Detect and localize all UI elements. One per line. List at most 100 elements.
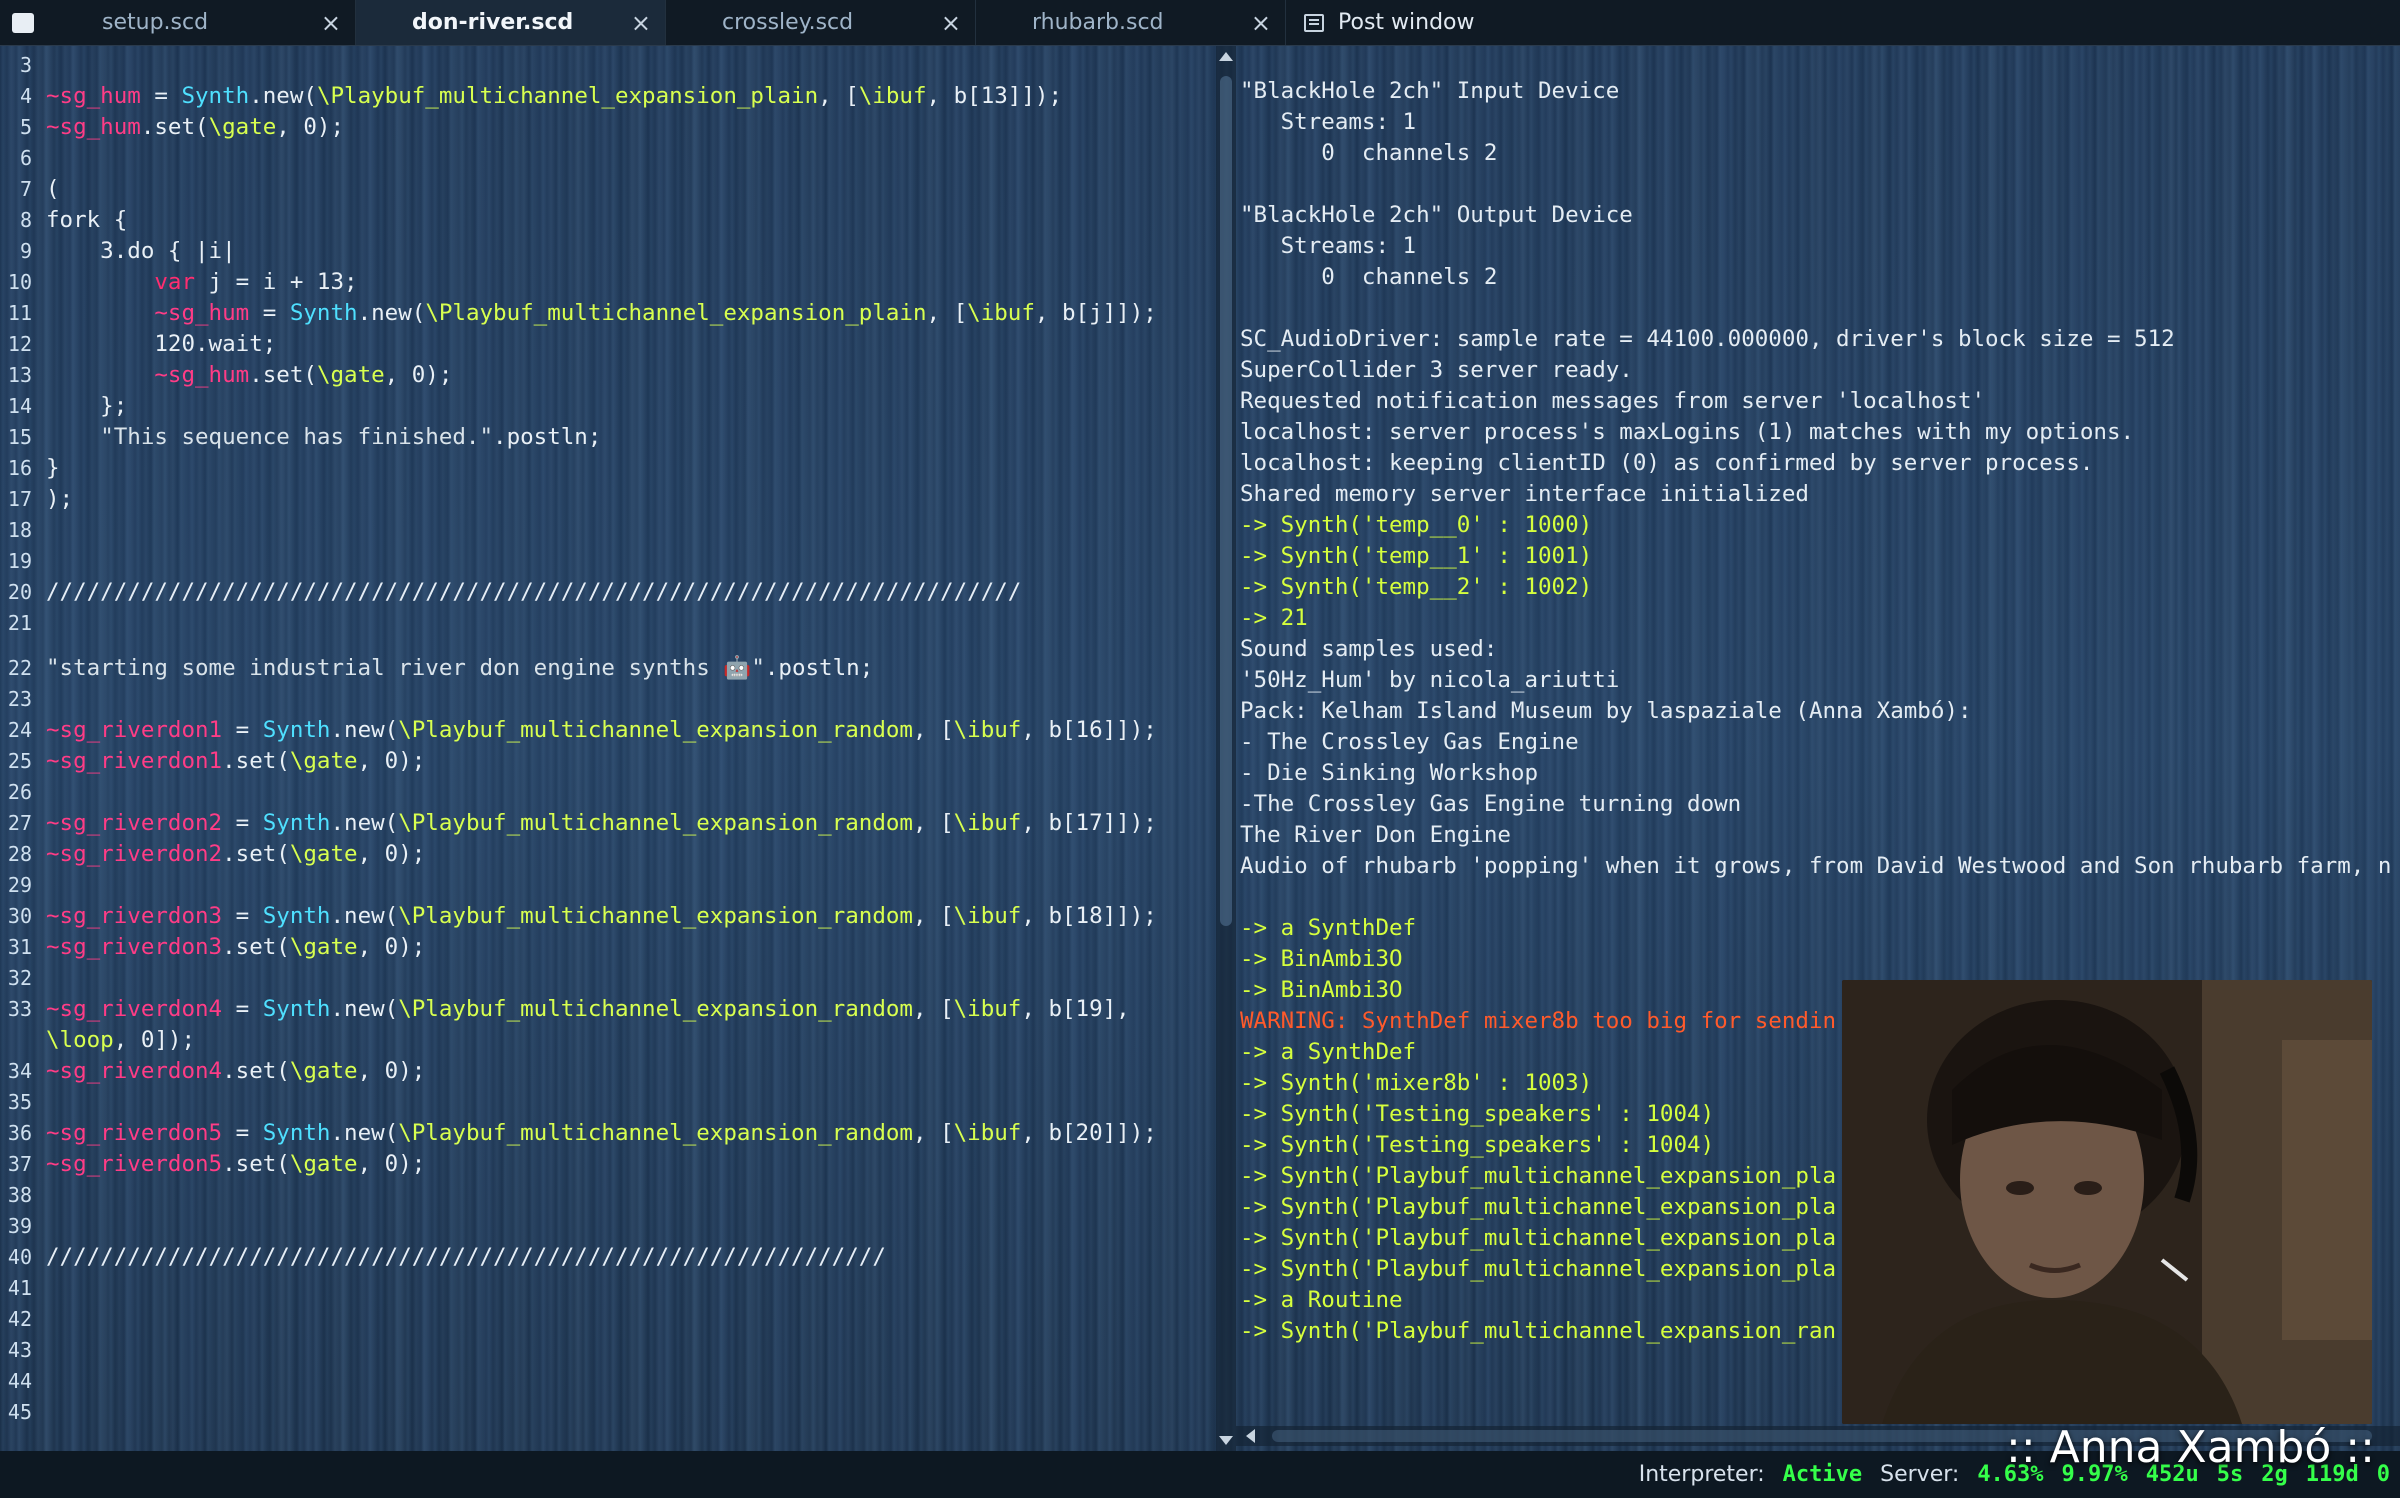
post-line: -> Synth('Playbuf_multichannel_expansion…	[1240, 1256, 1837, 1282]
code-text: };	[46, 393, 128, 419]
tab-don-river[interactable]: don-river.scd ×	[356, 0, 666, 45]
scroll-up-icon[interactable]	[1219, 52, 1233, 61]
line-number: 28	[7, 842, 32, 866]
post-line: -> Synth('temp__0' : 1000)	[1240, 512, 1593, 538]
line-number: 7	[19, 177, 32, 201]
post-line: Shared memory server interface initializ…	[1240, 481, 1809, 507]
line-number: 36	[7, 1121, 32, 1145]
post-line: - The Crossley Gas Engine	[1240, 729, 1579, 755]
tab-label: setup.scd	[102, 10, 209, 35]
code-text: (	[46, 176, 60, 202]
code-text: var j = i + 13;	[154, 269, 358, 295]
code-text: ////////////////////////////////////////…	[46, 1244, 886, 1270]
code-text: ~sg_riverdon4.set(\gate, 0);	[46, 1058, 426, 1084]
post-line: The River Don Engine	[1240, 822, 1511, 848]
line-number: 31	[7, 935, 32, 959]
post-line: -> BinAmbi3O	[1240, 946, 1403, 972]
post-line: -> Synth('mixer8b' : 1003)	[1240, 1070, 1593, 1096]
line-number: 24	[7, 718, 32, 742]
post-line: -> Synth('Playbuf_multichannel_expansion…	[1240, 1194, 1837, 1220]
document-menu[interactable]	[0, 0, 46, 45]
code-text: ~sg_hum = Synth.new(\Playbuf_multichanne…	[46, 83, 1062, 109]
line-number: 21	[7, 611, 32, 635]
code-text: "starting some industrial river don engi…	[46, 655, 874, 681]
post-line: -> BinAmbi3O	[1240, 977, 1403, 1003]
line-number: 20	[7, 580, 32, 604]
post-window-icon	[1304, 13, 1324, 32]
post-line: Streams: 1	[1240, 233, 1417, 259]
post-line: Sound samples used:	[1240, 636, 1498, 662]
code-text: ////////////////////////////////////////…	[46, 579, 1022, 605]
line-number: 6	[19, 146, 32, 170]
scroll-thumb[interactable]	[1220, 76, 1232, 926]
line-number: 22	[7, 656, 32, 680]
line-number: 27	[7, 811, 32, 835]
line-number: 11	[7, 301, 32, 325]
tab-label: rhubarb.scd	[1032, 10, 1164, 35]
post-line: -The Crossley Gas Engine turning down	[1240, 791, 1742, 817]
line-number: 13	[7, 363, 32, 387]
close-icon[interactable]: ×	[941, 9, 961, 37]
post-line: -> Synth('Testing_speakers' : 1004)	[1240, 1101, 1715, 1127]
tab-rhubarb[interactable]: rhubarb.scd ×	[976, 0, 1286, 45]
code-text: ~sg_riverdon1 = Synth.new(\Playbuf_multi…	[46, 717, 1157, 743]
line-number: 19	[7, 549, 32, 573]
close-icon[interactable]: ×	[1251, 9, 1271, 37]
line-number: 18	[7, 518, 32, 542]
post-line: "BlackHole 2ch" Output Device	[1240, 202, 1633, 228]
line-number: 23	[7, 687, 32, 711]
interpreter-label: Interpreter:	[1638, 1462, 1765, 1487]
post-line: SuperCollider 3 server ready.	[1240, 357, 1633, 383]
line-number: 10	[7, 270, 32, 294]
close-icon[interactable]: ×	[321, 9, 341, 37]
post-line: -> Synth('Testing_speakers' : 1004)	[1240, 1132, 1715, 1158]
line-number: 32	[7, 966, 32, 990]
code-text: 3.do { |i|	[46, 238, 236, 264]
line-number: 37	[7, 1152, 32, 1176]
line-number: 16	[7, 456, 32, 480]
code-text: ~sg_riverdon5.set(\gate, 0);	[46, 1151, 426, 1177]
code-text: );	[46, 486, 74, 512]
post-line: -> a Routine	[1240, 1287, 1403, 1313]
line-number: 25	[7, 749, 32, 773]
post-line: -> a SynthDef	[1240, 1039, 1417, 1065]
tab-label: don-river.scd	[412, 10, 574, 35]
post-line: Requested notification messages from ser…	[1240, 388, 1986, 414]
code-text: }	[46, 455, 60, 481]
post-line: 0 channels 2	[1240, 264, 1498, 290]
code-text: ~sg_hum = Synth.new(\Playbuf_multichanne…	[154, 300, 1157, 326]
tab-crossley[interactable]: crossley.scd ×	[666, 0, 976, 45]
line-number: 43	[7, 1338, 32, 1362]
code-text: ~sg_hum.set(\gate, 0);	[46, 114, 345, 140]
line-number: 5	[19, 115, 32, 139]
post-line: Streams: 1	[1240, 109, 1417, 135]
line-number: 42	[7, 1307, 32, 1331]
post-window-title: Post window	[1338, 10, 1475, 35]
post-line: -> Synth('temp__2' : 1002)	[1240, 574, 1593, 600]
line-number: 15	[7, 425, 32, 449]
editor-scrollbar[interactable]	[1216, 46, 1236, 1451]
line-number: 26	[7, 780, 32, 804]
code-text: ~sg_riverdon3.set(\gate, 0);	[46, 934, 426, 960]
tab-bar: setup.scd × don-river.scd × crossley.scd…	[0, 0, 2400, 46]
code-editor[interactable]: 3 4 ~sg_hum = Synth.new(\Playbuf_multichan…	[0, 46, 1216, 1451]
post-line: -> Synth('Playbuf_multichannel_expansion…	[1240, 1318, 1837, 1344]
scroll-down-icon[interactable]	[1219, 1436, 1233, 1445]
line-number: 9	[19, 239, 32, 263]
performer-caption: :: Anna Xambó ::	[2006, 1422, 2375, 1473]
scroll-left-icon[interactable]	[1246, 1429, 1255, 1443]
post-window-tab[interactable]: Post window	[1286, 0, 1475, 45]
interpreter-status[interactable]: Active	[1783, 1462, 1862, 1487]
performer-video-frame	[1842, 980, 2372, 1424]
code-text: ~sg_hum.set(\gate, 0);	[154, 362, 453, 388]
tab-setup[interactable]: setup.scd ×	[46, 0, 356, 45]
code-text: ~sg_riverdon2.set(\gate, 0);	[46, 841, 426, 867]
close-icon[interactable]: ×	[631, 9, 651, 37]
code-text: \loop, 0]);	[46, 1027, 196, 1053]
line-number: 41	[7, 1276, 32, 1300]
post-line: -> 21	[1240, 605, 1308, 631]
post-line: localhost: server process's maxLogins (1…	[1240, 419, 2135, 445]
server-label: Server:	[1880, 1462, 1960, 1487]
post-line: Pack: Kelham Island Museum by laspaziale…	[1240, 698, 1972, 724]
code-text: "This sequence has finished.".postln;	[100, 424, 602, 450]
